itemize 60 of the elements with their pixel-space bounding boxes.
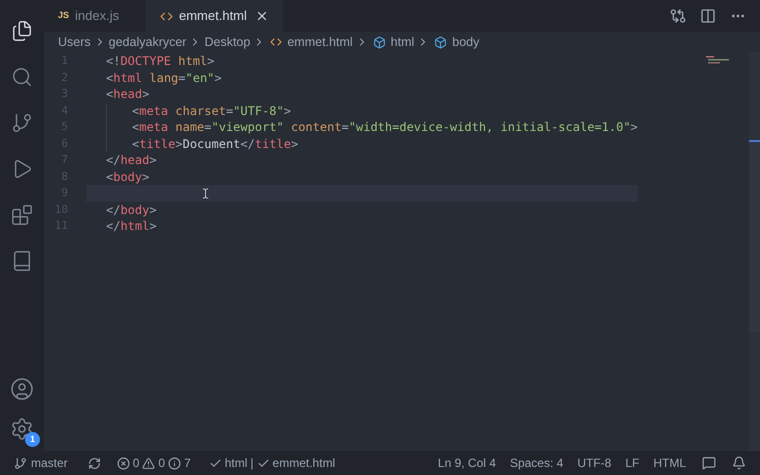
tab-label: emmet.html [179,7,247,26]
code-line: <!DOCTYPE html> [106,53,214,70]
code-line: <html lang="en"> [106,70,222,87]
code-line: </html> [106,218,157,236]
code-line: <head> [106,86,150,104]
minimap-drawing [706,56,730,64]
warning-count[interactable]: 0 [158,454,166,472]
language-status[interactable]: emmet.html [272,454,336,472]
blocks-icon[interactable] [11,204,33,226]
bell-icon[interactable] [732,456,746,470]
info-icon [168,456,182,470]
cube-icon [372,36,386,48]
status-item[interactable]: LF [625,454,640,472]
check-icon [208,456,222,470]
compare-icon[interactable] [670,8,686,24]
status-item[interactable]: Ln 9, Col 4 [438,454,496,472]
breadcrumb-item[interactable]: html [390,32,414,52]
scrollbar[interactable] [749,52,760,451]
tab-label: index.js [75,7,120,26]
branch-icon[interactable] [11,112,33,134]
status-item[interactable]: HTML [653,454,686,472]
editor-tab[interactable]: emmet.html [146,0,283,32]
search-icon[interactable] [11,66,33,88]
breadcrumb-item[interactable]: body [452,32,480,52]
code-line: </head> [106,152,157,170]
language-status[interactable]: html [224,454,248,472]
breadcrumb-item[interactable]: Desktop [204,32,250,52]
branch-name[interactable]: master [31,454,68,472]
status-item[interactable]: Spaces: 4 [510,454,564,472]
branch-icon[interactable] [14,456,27,470]
error-count[interactable]: 0 [132,454,140,472]
code-line: <meta charset="UTF-8"> [132,102,291,120]
code-line: </body> [106,202,157,219]
breadcrumb-item[interactable]: emmet.html [287,32,353,52]
book-icon[interactable] [11,250,33,272]
settings-icon[interactable] [10,417,34,441]
warning-icon [142,456,156,470]
files-icon[interactable] [11,20,33,42]
breadcrumb-item[interactable]: gedalyakrycer [108,32,186,52]
cursor-position-marker [749,140,760,142]
info-count[interactable]: 7 [184,454,191,472]
error-icon [116,456,130,470]
split-editor-icon[interactable] [700,8,716,24]
cube-icon [434,36,448,48]
breadcrumb-item[interactable]: Users [58,32,91,52]
text-cursor-icon [200,188,211,199]
code-line: <meta name="viewport" content="width=device-width, initial-scale=1.0"> [132,119,638,136]
notification-badge: 1 [25,432,40,447]
feedback-icon[interactable] [702,456,716,470]
separator-text: | [250,455,254,472]
code-line: <title>Document</title> [132,136,298,153]
check-icon [256,456,270,470]
code-icon [270,36,282,48]
code-line: <body> [106,168,150,186]
editor-tab[interactable]: JS index.js [44,0,146,32]
account-icon[interactable] [10,377,34,401]
status-item[interactable]: UTF-8 [577,454,612,472]
sync-icon[interactable] [88,456,101,470]
file-type-label: JS [58,9,70,22]
code-icon [160,10,173,22]
